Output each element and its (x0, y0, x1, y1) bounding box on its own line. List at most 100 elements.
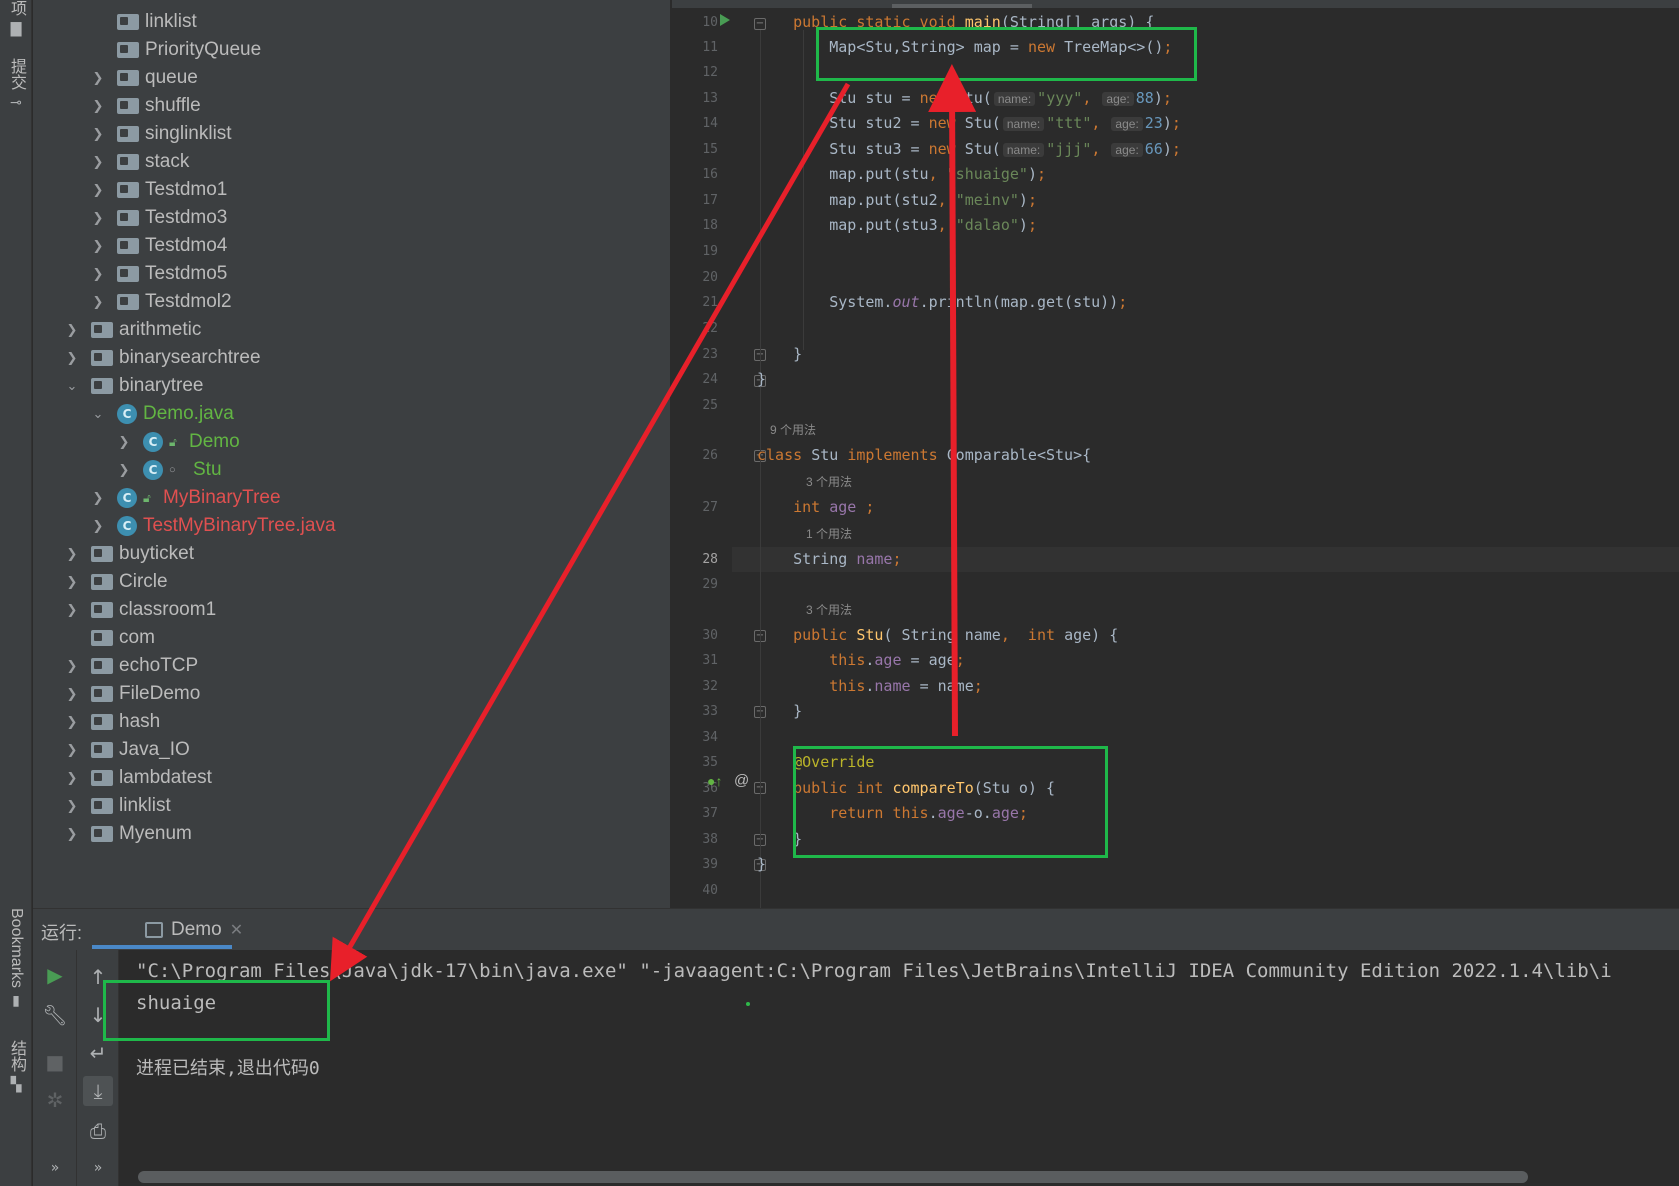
tree-item[interactable]: ❯ classroom1 (33, 595, 670, 625)
more-chevron-icon[interactable]: » (40, 1153, 70, 1183)
rerun-icon[interactable]: ▶ (40, 960, 70, 990)
package-folder-icon (91, 574, 113, 590)
line-number: 37 (702, 806, 718, 821)
chevron-right-icon[interactable]: ❯ (89, 210, 107, 226)
tree-item[interactable]: ❯ stack (33, 147, 670, 177)
console-horizontal-scrollbar[interactable] (138, 1171, 1528, 1183)
package-folder-icon (91, 798, 113, 814)
chevron-right-icon[interactable]: ❯ (63, 574, 81, 590)
project-tool-tab[interactable]: 项 ▇ (4, 0, 28, 37)
tree-item[interactable]: ❯ Myenum (33, 819, 670, 849)
param-hint: name: (1002, 143, 1045, 157)
bookmarks-tool-tab[interactable]: Bookmarks ▮ (4, 908, 28, 1009)
chevron-down-icon[interactable]: ⌄ (63, 378, 81, 394)
soft-wrap-icon[interactable]: ↵ (83, 1038, 113, 1068)
scroll-to-end-icon[interactable]: ⤓ (83, 1076, 113, 1106)
project-tree[interactable]: › linklist › PriorityQueue ❯ queue ❯ shu… (33, 0, 670, 908)
usage-hint[interactable]: 3 个用法 (806, 600, 852, 620)
tree-item[interactable]: ❯ lambdatest (33, 763, 670, 793)
tree-item[interactable]: ❯ singlinklist (33, 119, 670, 149)
tree-item[interactable]: ❯ Testdmo3 (33, 203, 670, 233)
tree-item[interactable]: ❯ binarysearchtree (33, 343, 670, 373)
package-folder-icon (91, 630, 113, 646)
chevron-right-icon[interactable]: ❯ (63, 546, 81, 562)
chevron-down-icon[interactable]: ⌄ (89, 406, 107, 422)
tree-item[interactable]: ❯ buyticket (33, 539, 670, 569)
chevron-right-icon[interactable]: ❯ (89, 490, 107, 506)
tree-item[interactable]: ❯ queue (33, 63, 670, 93)
chevron-right-icon[interactable]: ❯ (89, 238, 107, 254)
tree-item[interactable]: ❯ shuffle (33, 91, 670, 121)
java-class-icon: C (143, 432, 163, 452)
code-line: map.put(stu, "shuaige"); (757, 165, 1046, 183)
package-private-icon: ○ (169, 464, 176, 476)
string-literal: "meinv" (955, 191, 1019, 209)
chevron-right-icon[interactable]: ❯ (63, 826, 81, 842)
chevron-right-icon[interactable]: ❯ (89, 518, 107, 534)
tree-item[interactable]: ❯ com (33, 623, 670, 653)
usage-hint[interactable]: 1 个用法 (806, 524, 852, 544)
tree-item[interactable]: ❯ hash (33, 707, 670, 737)
tree-item[interactable]: ⌄ binarytree (33, 371, 670, 401)
code-line: map.put(stu2, "meinv"); (757, 191, 1037, 209)
line-number: 33 (702, 704, 718, 719)
tree-item[interactable]: ❯ Testdmo5 (33, 259, 670, 289)
tree-item[interactable]: ❯ echoTCP (33, 651, 670, 681)
chevron-right-icon[interactable]: ❯ (63, 798, 81, 814)
code-line: } (757, 702, 803, 720)
chevron-right-icon[interactable]: ❯ (63, 686, 81, 702)
tree-item[interactable]: ⌄ C Demo.java (33, 399, 670, 429)
number-literal: 88 (1135, 89, 1154, 107)
chevron-right-icon[interactable]: ❯ (63, 350, 81, 366)
tree-item[interactable]: ❯ C ○ Stu (33, 455, 670, 485)
tree-item[interactable]: ❯ Java_IO (33, 735, 670, 765)
implements-marker-icon[interactable]: ●↑ (707, 773, 722, 789)
tree-item[interactable]: ❯ arithmetic (33, 315, 670, 345)
more-chevron-icon[interactable]: » (83, 1153, 113, 1183)
package-folder-icon (91, 350, 113, 366)
run-console[interactable]: "C:\Program Files\Java\jdk-17\bin\java.e… (120, 950, 1679, 1186)
chevron-right-icon[interactable]: ❯ (89, 126, 107, 142)
tree-item-label: Testdmo4 (145, 235, 228, 256)
tree-item[interactable]: ❯ C 🔓︎ MyBinaryTree (33, 483, 670, 513)
tree-item[interactable]: ❯ Circle (33, 567, 670, 597)
annotation-marker-icon[interactable]: @ (734, 772, 749, 789)
string-literal: "yyy" (1037, 89, 1083, 107)
tree-item[interactable]: ❯ C 🔓︎ Demo (33, 427, 670, 457)
chevron-right-icon[interactable]: ❯ (63, 602, 81, 618)
tree-item[interactable]: ❯ linklist (33, 791, 670, 821)
tree-item[interactable]: ❯ FileDemo (33, 679, 670, 709)
usage-hint[interactable]: 3 个用法 (806, 472, 852, 492)
usage-hint[interactable]: 9 个用法 (770, 420, 816, 440)
chevron-right-icon[interactable]: ❯ (115, 462, 133, 478)
chevron-right-icon[interactable]: ❯ (89, 294, 107, 310)
run-gutter-icon[interactable] (720, 14, 730, 26)
tree-item[interactable]: › PriorityQueue (33, 35, 670, 65)
tree-item[interactable]: ❯ Testdmo1 (33, 175, 670, 205)
chevron-right-icon[interactable]: ❯ (89, 266, 107, 282)
commit-tool-tab[interactable]: 提交 ⊸ (4, 58, 28, 111)
line-number: 12 (702, 65, 718, 80)
tree-item[interactable]: ❯ Testdmo4 (33, 231, 670, 261)
chevron-right-icon[interactable]: ❯ (89, 70, 107, 86)
close-icon[interactable]: ✕ (230, 920, 243, 940)
chevron-right-icon[interactable]: ❯ (89, 154, 107, 170)
wrench-icon[interactable]: 🔧︎ (40, 1000, 70, 1030)
tree-item[interactable]: ❯ C TestMyBinaryTree.java (33, 511, 670, 541)
debug-bug-icon[interactable]: ✲ (40, 1085, 70, 1115)
chevron-right-icon[interactable]: ❯ (63, 770, 81, 786)
chevron-right-icon[interactable]: ❯ (63, 714, 81, 730)
structure-tool-tab[interactable]: 结构 ▚ (4, 1040, 28, 1093)
chevron-right-icon[interactable]: ❯ (89, 98, 107, 114)
chevron-right-icon[interactable]: ❯ (63, 658, 81, 674)
tree-item[interactable]: › linklist (33, 7, 670, 37)
print-icon[interactable]: ⎙ (83, 1116, 113, 1146)
tree-item[interactable]: ❯ Testdmol2 (33, 287, 670, 317)
chevron-right-icon[interactable]: ❯ (63, 742, 81, 758)
string-literal: "dalao" (955, 216, 1019, 234)
chevron-right-icon[interactable]: ❯ (115, 434, 133, 450)
stop-icon[interactable]: ■ (40, 1047, 70, 1077)
chevron-right-icon[interactable]: ❯ (63, 322, 81, 338)
lock-icon: 🔓︎ (143, 490, 151, 505)
chevron-right-icon[interactable]: ❯ (89, 182, 107, 198)
